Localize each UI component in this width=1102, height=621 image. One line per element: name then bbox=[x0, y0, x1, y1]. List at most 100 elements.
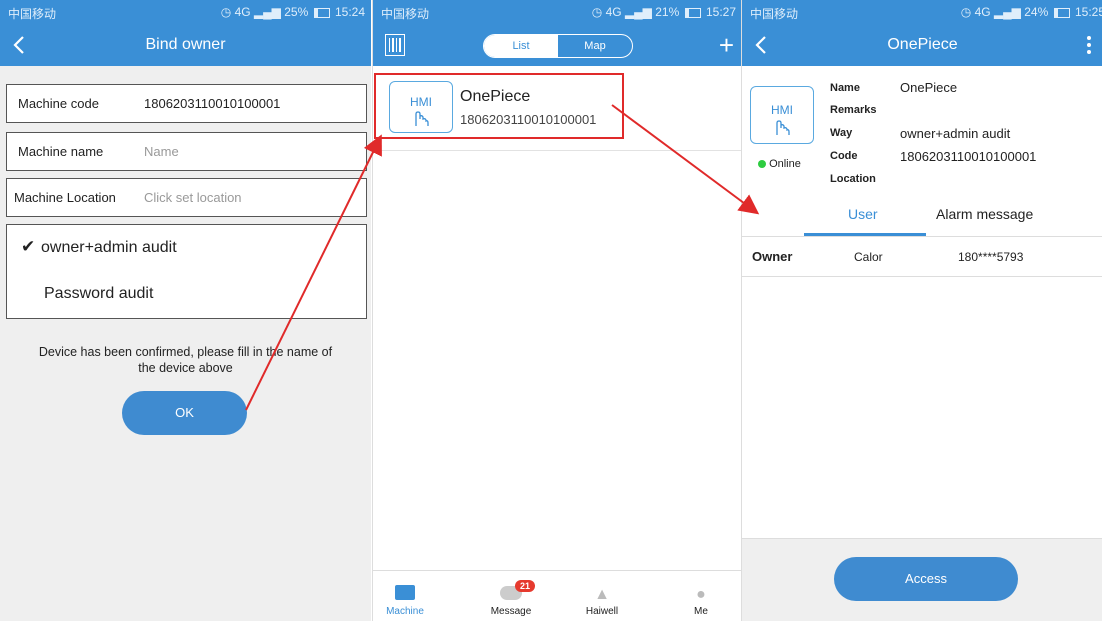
status-right: ◷ 4G ▂▄▆ 21% 15:27 bbox=[592, 5, 736, 19]
checkmark-icon: ✔ bbox=[21, 237, 36, 256]
nav-bar: Bind owner bbox=[0, 24, 371, 66]
online-label: Online bbox=[769, 158, 801, 170]
tab-alarm-message[interactable]: Alarm message bbox=[936, 206, 1033, 222]
signal-label: 4G bbox=[605, 5, 622, 19]
status-bar: 中国移动 ◷ 4G ▂▄▆ 21% 15:27 bbox=[373, 0, 742, 24]
page-title: OnePiece bbox=[887, 36, 958, 53]
machine-name-field[interactable]: Machine name Name bbox=[6, 132, 367, 171]
online-dot-icon bbox=[758, 160, 766, 169]
confirmation-note: Device has been confirmed, please fill i… bbox=[0, 344, 371, 376]
audit-options: ✔ owner+admin audit Password audit bbox=[6, 224, 367, 319]
carrier-label: 中国移动 bbox=[750, 7, 799, 21]
user-name: Calor bbox=[854, 250, 883, 264]
machine-name-input[interactable]: Name bbox=[144, 144, 179, 159]
battery-label: 25% bbox=[284, 5, 309, 19]
online-status: Online bbox=[758, 158, 801, 170]
battery-icon bbox=[684, 7, 701, 18]
nav-bar: List Map + bbox=[373, 24, 742, 66]
device-detail-screen: 中国移动 ◷ 4G ▂▄▆ 24% 15:25 OnePiece HMI Onl… bbox=[741, 0, 1102, 621]
carrier-label: 中国移动 bbox=[8, 7, 57, 21]
tab-machine[interactable]: Machine bbox=[375, 585, 435, 617]
hmi-device-icon: HMI bbox=[389, 81, 453, 133]
access-button[interactable]: Access bbox=[834, 557, 1018, 601]
battery-label: 21% bbox=[655, 5, 680, 19]
carrier-label: 中国移动 bbox=[381, 7, 430, 21]
code-value: 1806203110010100001 bbox=[900, 149, 1037, 164]
user-row: Owner Calor 180****5793 bbox=[742, 238, 1102, 277]
tab-message[interactable]: 21 Message bbox=[481, 580, 541, 617]
status-bar: 中国移动 ◷ 4G ▂▄▆ 24% 15:25 bbox=[742, 0, 1102, 24]
device-name: OnePiece bbox=[460, 88, 531, 105]
battery-label: 24% bbox=[1024, 5, 1049, 19]
status-right: ◷ 4G ▂▄▆ 25% 15:24 bbox=[221, 5, 365, 19]
ok-button[interactable]: OK bbox=[122, 391, 247, 435]
hmi-icon-label: HMI bbox=[771, 103, 793, 117]
tab-map[interactable]: Map bbox=[558, 35, 632, 57]
add-device-button[interactable]: + bbox=[719, 32, 734, 58]
signal-icon: ▂▄▆ bbox=[624, 5, 652, 19]
way-value: owner+admin audit bbox=[900, 126, 1011, 141]
note-line-2: the device above bbox=[138, 361, 233, 375]
user-role: Owner bbox=[752, 249, 793, 264]
alarm-icon: ◷ bbox=[591, 5, 603, 19]
alarm-icon: ◷ bbox=[960, 5, 972, 19]
machine-location-label: Machine Location bbox=[14, 190, 116, 205]
code-label: Code bbox=[830, 150, 858, 162]
signal-label: 4G bbox=[234, 5, 251, 19]
nav-bar: OnePiece bbox=[742, 24, 1102, 66]
hmi-icon-label: HMI bbox=[410, 95, 432, 109]
list-divider bbox=[373, 150, 742, 151]
message-badge: 21 bbox=[515, 580, 536, 592]
hand-pointer-icon bbox=[415, 111, 429, 126]
note-line-1: Device has been confirmed, please fill i… bbox=[38, 345, 333, 359]
more-options-icon[interactable] bbox=[1087, 36, 1091, 57]
audit-option-owner-admin[interactable]: owner+admin audit bbox=[41, 239, 177, 257]
scan-barcode-icon[interactable] bbox=[385, 34, 405, 56]
tab-user[interactable]: User bbox=[848, 206, 878, 222]
tab-haiwell-label: Haiwell bbox=[585, 606, 619, 617]
time-label: 15:24 bbox=[334, 5, 365, 19]
machine-code-field: Machine code 1806203110010100001 bbox=[6, 84, 367, 123]
bottom-tab-bar: Machine 21 Message ▲ Haiwell ● Me bbox=[373, 570, 742, 621]
bind-owner-screen: 中国移动 ◷ 4G ▂▄▆ 25% 15:24 Bind owner Machi… bbox=[0, 0, 371, 621]
status-right: ◷ 4G ▂▄▆ 24% 15:25 bbox=[961, 5, 1102, 19]
time-label: 15:25 bbox=[1074, 5, 1102, 19]
tab-list[interactable]: List bbox=[484, 35, 558, 57]
page-title: Bind owner bbox=[145, 36, 226, 53]
user-phone: 180****5793 bbox=[958, 250, 1024, 264]
battery-icon bbox=[1053, 7, 1070, 18]
tab-message-label: Message bbox=[490, 606, 532, 617]
device-list-item[interactable]: HMI OnePiece 1806203110010100001 bbox=[374, 73, 624, 139]
detail-tabs: User Alarm message bbox=[742, 192, 1102, 237]
time-label: 15:27 bbox=[705, 5, 736, 19]
machine-code-value: 1806203110010100001 bbox=[144, 96, 281, 111]
device-code: 1806203110010100001 bbox=[460, 112, 597, 127]
machine-list-screen: 中国移动 ◷ 4G ▂▄▆ 21% 15:27 List Map + HMI O… bbox=[372, 0, 742, 621]
way-label: Way bbox=[830, 127, 853, 139]
alarm-icon: ◷ bbox=[220, 5, 232, 19]
battery-icon bbox=[313, 7, 330, 18]
remarks-label: Remarks bbox=[830, 104, 877, 116]
machine-name-label: Machine name bbox=[18, 144, 104, 159]
signal-icon: ▂▄▆ bbox=[993, 5, 1021, 19]
person-icon: ● bbox=[696, 586, 706, 603]
view-toggle: List Map bbox=[483, 34, 633, 58]
tab-me[interactable]: ● Me bbox=[671, 586, 731, 618]
signal-icon: ▂▄▆ bbox=[253, 5, 281, 19]
haiwell-logo-icon: ▲ bbox=[594, 586, 610, 603]
machine-icon bbox=[395, 585, 415, 600]
active-tab-indicator bbox=[804, 233, 926, 236]
machine-location-field[interactable]: Machine Location Click set location bbox=[6, 178, 367, 217]
machine-code-label: Machine code bbox=[18, 96, 99, 111]
audit-option-password[interactable]: Password audit bbox=[44, 285, 153, 303]
tab-machine-label: Machine bbox=[386, 606, 424, 617]
machine-location-input[interactable]: Click set location bbox=[144, 190, 242, 205]
signal-label: 4G bbox=[974, 5, 991, 19]
tab-haiwell[interactable]: ▲ Haiwell bbox=[572, 586, 632, 618]
location-label: Location bbox=[830, 173, 876, 185]
name-value: OnePiece bbox=[900, 80, 958, 95]
hmi-device-icon: HMI bbox=[750, 86, 814, 144]
status-bar: 中国移动 ◷ 4G ▂▄▆ 25% 15:24 bbox=[0, 0, 371, 24]
tab-me-label: Me bbox=[694, 606, 708, 617]
access-footer: Access bbox=[742, 538, 1102, 621]
